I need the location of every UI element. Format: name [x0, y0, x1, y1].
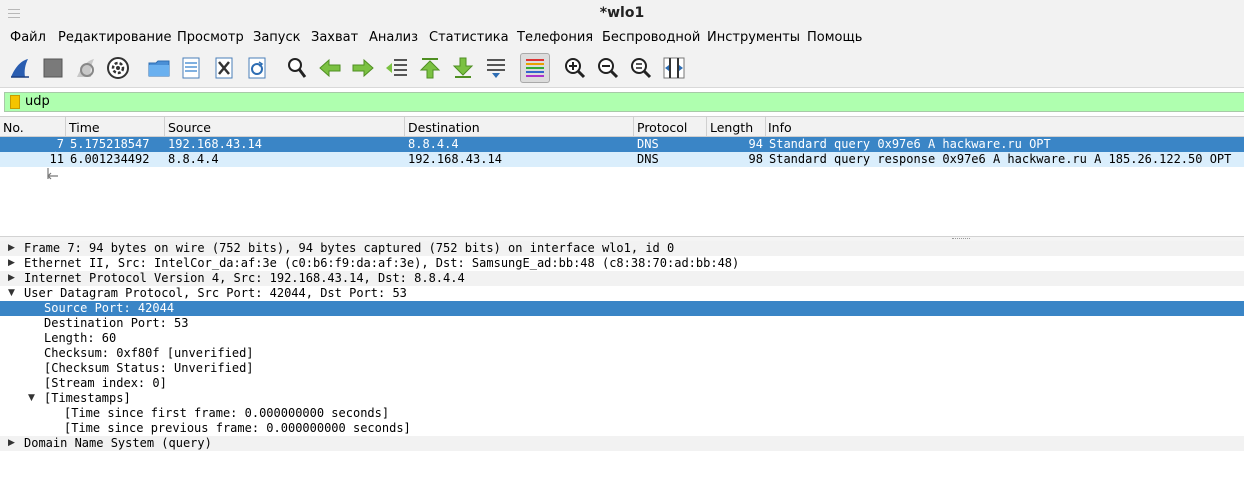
tree-item-stream-index[interactable]: [Stream index: 0]: [0, 376, 1244, 391]
cell-time: 5.175218547: [70, 137, 150, 151]
display-filter-value[interactable]: udp: [25, 94, 50, 109]
cell-source: 8.8.4.4: [168, 152, 219, 166]
expand-arrow-icon[interactable]: ▶: [8, 436, 18, 451]
cell-info: Standard query 0x97e6 A hackware.ru OPT: [769, 137, 1051, 151]
menu-tools[interactable]: Инструменты: [707, 30, 800, 45]
go-first-packet-icon[interactable]: [416, 54, 444, 82]
expand-arrow-icon[interactable]: ▶: [8, 271, 18, 286]
expand-arrow-icon[interactable]: ▶: [8, 256, 18, 271]
go-forward-arrow-icon[interactable]: [349, 54, 377, 82]
menu-analyze[interactable]: Анализ: [369, 30, 418, 45]
tree-item-ipv4[interactable]: ▶ Internet Protocol Version 4, Src: 192.…: [0, 271, 1244, 286]
packet-list-header: No. Time Source Destination Protocol Len…: [0, 117, 1244, 137]
cell-destination: 192.168.43.14: [408, 152, 502, 166]
tree-item-time-previous-frame[interactable]: [Time since previous frame: 0.000000000 …: [0, 421, 1244, 436]
cell-no: 7: [56, 137, 64, 151]
menu-statistics[interactable]: Статистика: [429, 30, 509, 45]
tree-item-timestamps[interactable]: ▼ [Timestamps]: [0, 391, 1244, 406]
tree-item-source-port[interactable]: Source Port: 42044: [0, 301, 1244, 316]
shark-fin-start-icon[interactable]: [6, 54, 34, 82]
colorize-lines-icon[interactable]: [520, 53, 550, 83]
cell-destination: 8.8.4.4: [408, 137, 459, 151]
packet-list: No. Time Source Destination Protocol Len…: [0, 116, 1244, 237]
reload-file-icon[interactable]: [243, 54, 271, 82]
table-row[interactable]: 7 5.175218547 192.168.43.14 8.8.4.4 DNS …: [0, 137, 1244, 164]
capture-options-gear-icon[interactable]: [104, 54, 132, 82]
stop-square-icon[interactable]: [39, 54, 67, 82]
tree-item-ethernet[interactable]: ▶ Ethernet II, Src: IntelCor_da:af:3e (c…: [0, 256, 1244, 271]
column-length[interactable]: Length: [710, 120, 753, 136]
main-toolbar: [0, 49, 1244, 88]
cell-length: 98: [748, 152, 763, 166]
menu-wireless[interactable]: Беспроводной: [602, 30, 700, 45]
tree-item-udp[interactable]: ▼ User Datagram Protocol, Src Port: 4204…: [0, 286, 1244, 301]
table-row[interactable]: 11 6.001234492 8.8.4.4 192.168.43.14 DNS…: [0, 152, 1244, 180]
menu-help[interactable]: Помощь: [807, 30, 862, 45]
column-no[interactable]: No.: [3, 120, 24, 136]
tree-item-dns[interactable]: ▶ Domain Name System (query): [0, 436, 1244, 451]
menu-file[interactable]: Файл: [10, 30, 46, 45]
column-destination[interactable]: Destination: [408, 120, 480, 136]
cell-no: 11: [49, 152, 64, 166]
menu-go[interactable]: Запуск: [253, 30, 301, 45]
close-file-icon[interactable]: [210, 54, 238, 82]
go-last-packet-icon[interactable]: [449, 54, 477, 82]
column-time[interactable]: Time: [69, 120, 100, 136]
menu-view[interactable]: Просмотр: [177, 30, 244, 45]
cell-length: 94: [748, 137, 763, 151]
window-title: *wlo1: [599, 5, 645, 21]
expand-arrow-icon[interactable]: ▶: [8, 241, 18, 256]
go-to-packet-icon[interactable]: [383, 54, 411, 82]
column-info[interactable]: Info: [768, 120, 792, 136]
cell-time: 6.001234492: [70, 152, 150, 166]
resize-columns-icon[interactable]: [660, 54, 688, 82]
display-filter-input[interactable]: udp: [4, 92, 1244, 112]
autoscroll-icon[interactable]: [482, 54, 510, 82]
tree-item-frame[interactable]: ▶ Frame 7: 94 bytes on wire (752 bits), …: [0, 241, 1244, 256]
restart-capture-icon[interactable]: [72, 54, 100, 82]
column-source[interactable]: Source: [168, 120, 211, 136]
tree-item-destination-port[interactable]: Destination Port: 53: [0, 316, 1244, 331]
collapse-arrow-icon[interactable]: ▼: [8, 286, 18, 301]
find-packet-magnifier-icon[interactable]: [283, 54, 311, 82]
cell-source: 192.168.43.14: [168, 137, 262, 151]
zoom-out-icon[interactable]: [594, 54, 622, 82]
save-file-icon[interactable]: [177, 54, 205, 82]
bookmark-icon[interactable]: [10, 95, 20, 109]
related-packet-icon: [3, 152, 59, 198]
tree-item-length[interactable]: Length: 60: [0, 331, 1244, 346]
menu-edit[interactable]: Редактирование: [58, 30, 171, 45]
cell-protocol: DNS: [637, 152, 659, 166]
tree-item-checksum[interactable]: Checksum: 0xf80f [unverified]: [0, 346, 1244, 361]
title-bar: *wlo1: [0, 0, 1244, 27]
go-back-arrow-icon[interactable]: [316, 54, 344, 82]
menu-bar: Файл Редактирование Просмотр Запуск Захв…: [0, 27, 1244, 49]
open-folder-icon[interactable]: [145, 54, 173, 82]
menu-telephony[interactable]: Телефония: [517, 30, 593, 45]
cell-protocol: DNS: [637, 137, 659, 151]
column-protocol[interactable]: Protocol: [637, 120, 687, 136]
zoom-normal-icon[interactable]: [627, 54, 655, 82]
zoom-in-icon[interactable]: [561, 54, 589, 82]
tree-item-time-first-frame[interactable]: [Time since first frame: 0.000000000 sec…: [0, 406, 1244, 421]
menu-capture[interactable]: Захват: [311, 30, 358, 45]
packet-details-tree: ▶ Frame 7: 94 bytes on wire (752 bits), …: [0, 241, 1244, 472]
collapse-arrow-icon[interactable]: ▼: [28, 391, 38, 406]
cell-info: Standard query response 0x97e6 A hackwar…: [769, 152, 1232, 166]
tree-item-checksum-status[interactable]: [Checksum Status: Unverified]: [0, 361, 1244, 376]
